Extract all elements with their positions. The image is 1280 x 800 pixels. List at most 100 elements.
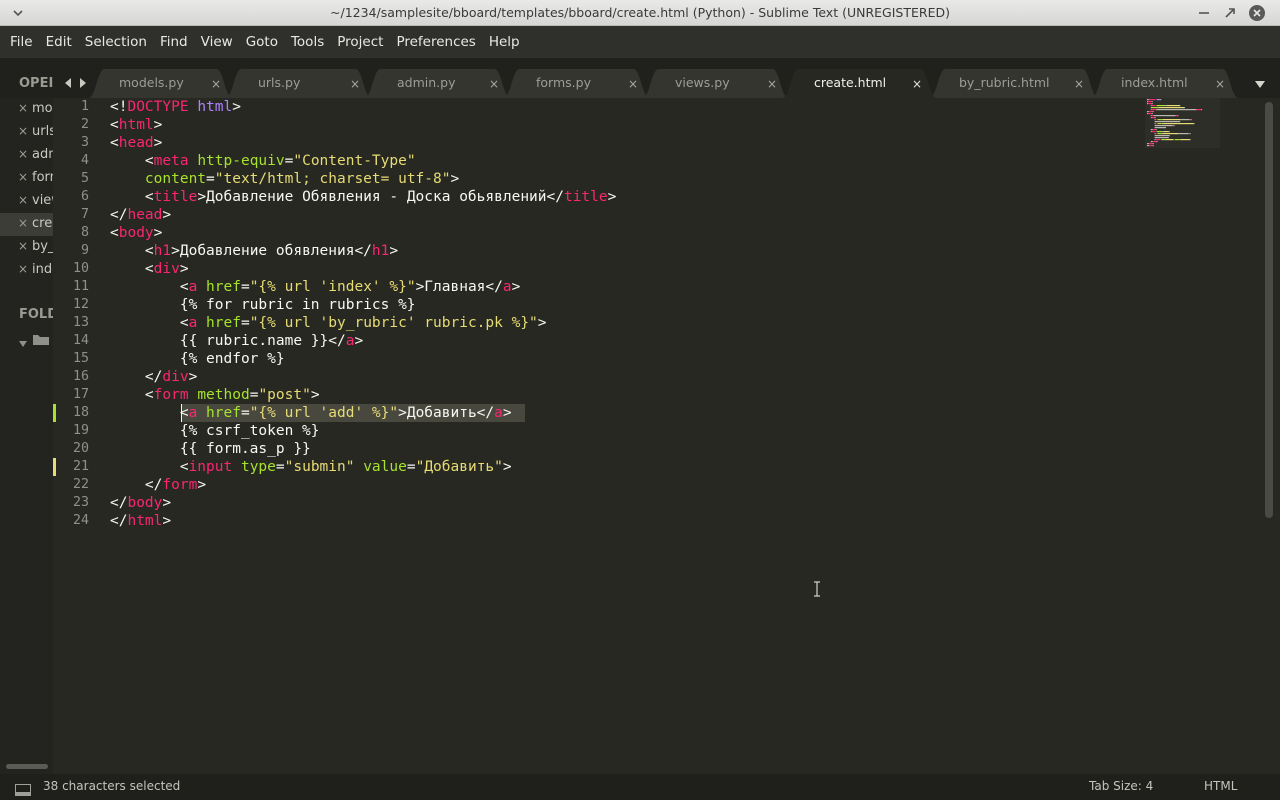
code-line[interactable]: </form>	[110, 476, 206, 494]
sidebar-file-by-rubric-html[interactable]: × by_rubric.html	[0, 236, 53, 259]
close-file-icon[interactable]: ×	[18, 239, 28, 253]
code-line[interactable]: <form method="post">	[110, 386, 320, 404]
tab-by-rubric-html[interactable]: by_rubric.html ×	[929, 68, 1099, 98]
code-token: title	[153, 189, 198, 205]
sidebar-scrollbar[interactable]	[6, 764, 48, 769]
menu-edit[interactable]: Edit	[40, 26, 78, 58]
close-file-icon[interactable]: ×	[18, 216, 28, 230]
code-line[interactable]: <a href="{% url 'add' %}">Добавить</a>	[110, 404, 512, 422]
folder-icon[interactable]	[32, 331, 50, 350]
minimize-icon[interactable]	[1194, 3, 1214, 23]
tab-close-icon[interactable]: ×	[912, 77, 922, 91]
sidebar-file-views-py[interactable]: × views.py	[0, 190, 53, 213]
tab-close-icon[interactable]: ×	[211, 77, 221, 91]
tab-size-indicator[interactable]: Tab Size: 4	[1089, 779, 1153, 793]
maximize-icon[interactable]	[1220, 3, 1240, 23]
code-line[interactable]: <div>	[110, 260, 189, 278]
sidebar-file-index-html[interactable]: × index.html	[0, 259, 53, 282]
code-token: <	[110, 405, 189, 421]
code-editor[interactable]: 1 2 3 4 5 6 7 8 9 10 11 12 13 14 15 16 17 18 19 20 21 22 23 24 …	[53, 98, 1280, 774]
code-line[interactable]: <a href="{% url 'index' %}">Главная</a>	[110, 278, 521, 296]
code-line[interactable]: <head>	[110, 134, 162, 152]
code-line[interactable]: {% endfor %}	[110, 350, 285, 368]
panel-toggle-icon[interactable]	[15, 781, 31, 800]
tab-close-icon[interactable]: ×	[767, 77, 777, 91]
code-line[interactable]: <input type="submin" value="Добавить">	[110, 458, 512, 476]
code-line[interactable]: <a href="{% url 'by_rubric' rubric.pk %}…	[110, 314, 547, 332]
tab-models-py[interactable]: models.py ×	[88, 68, 233, 98]
code-line[interactable]: {% for rubric in rubrics %}	[110, 296, 416, 314]
line-number: 24	[72, 513, 89, 528]
close-window-icon[interactable]	[1247, 3, 1267, 23]
tab-urls-py[interactable]: urls.py ×	[225, 68, 372, 98]
close-file-icon[interactable]: ×	[18, 147, 28, 161]
menu-project[interactable]: Project	[331, 26, 389, 58]
minimap-line	[1154, 125, 1173, 127]
code-line[interactable]: {{ rubric.name }}</a>	[110, 332, 363, 350]
tab-close-icon[interactable]: ×	[1215, 77, 1225, 91]
sidebar-file-admin-py[interactable]: × admin.py	[0, 144, 53, 167]
code-line[interactable]: <title>Добавление Обявления - Доска обья…	[110, 188, 616, 206]
sidebar-file-create-html[interactable]: × create.html	[0, 213, 53, 236]
close-file-icon[interactable]: ×	[18, 170, 28, 184]
tab-overflow-icon[interactable]	[1254, 75, 1266, 94]
menu-selection[interactable]: Selection	[79, 26, 153, 58]
code-line[interactable]: <html>	[110, 116, 162, 134]
code-line[interactable]: <h1>Добавление обявления</h1>	[110, 242, 398, 260]
menu-file[interactable]: File	[4, 26, 39, 58]
code-token: </	[110, 495, 128, 511]
close-file-icon[interactable]: ×	[18, 262, 28, 276]
code-token: >	[607, 189, 617, 205]
code-token: a	[188, 279, 198, 295]
syntax-indicator[interactable]: HTML	[1204, 779, 1237, 793]
code-line[interactable]: content="text/html; charset= utf-8">	[110, 170, 459, 188]
line-number: 20	[72, 441, 89, 456]
minimap-line	[1150, 105, 1152, 107]
minimap-line	[1154, 117, 1156, 119]
sidebar-file-urls-py[interactable]: × urls.py	[0, 121, 53, 144]
tab-views-py[interactable]: views.py ×	[642, 68, 789, 98]
code-token: =	[240, 279, 250, 295]
tab-close-icon[interactable]: ×	[628, 77, 638, 91]
menu-tools[interactable]: Tools	[285, 26, 330, 58]
code-line[interactable]: <!DOCTYPE html>	[110, 98, 241, 116]
close-file-icon[interactable]: ×	[18, 124, 28, 138]
code-token: <	[110, 279, 189, 295]
folder-expand-icon[interactable]	[18, 333, 28, 352]
tab-index-html[interactable]: index.html ×	[1091, 68, 1239, 98]
minimap-line	[1154, 127, 1166, 129]
code-line[interactable]: </head>	[110, 206, 171, 224]
minimap[interactable]	[1145, 98, 1225, 158]
code-line[interactable]: <meta http-equiv="Content-Type"	[110, 152, 416, 170]
menu-help[interactable]: Help	[483, 26, 526, 58]
code-line[interactable]: </div>	[110, 368, 197, 386]
code-line[interactable]: </body>	[110, 494, 171, 512]
sidebar-file-models-py[interactable]: × models.py	[0, 98, 53, 121]
code-line[interactable]: {{ form.as_p }}	[110, 440, 311, 458]
tab-close-icon[interactable]: ×	[489, 77, 499, 91]
menu-preferences[interactable]: Preferences	[390, 26, 481, 58]
code-line[interactable]: {% csrf_token %}	[110, 422, 320, 440]
code-token: >	[162, 513, 172, 529]
code-line[interactable]: </html>	[110, 512, 171, 530]
vertical-scrollbar[interactable]	[1265, 102, 1273, 518]
code-line[interactable]: <body>	[110, 224, 162, 242]
close-file-icon[interactable]: ×	[18, 101, 28, 115]
menu-find[interactable]: Find	[154, 26, 194, 58]
sidebar-file-forms-py[interactable]: × forms.py	[0, 167, 53, 190]
minimap-line	[1147, 113, 1148, 115]
tab-scroll-left-icon[interactable]	[63, 74, 73, 93]
tab-forms-py[interactable]: forms.py ×	[503, 68, 650, 98]
tab-scroll-right-icon[interactable]	[78, 74, 88, 93]
menu-goto[interactable]: Goto	[240, 26, 284, 58]
line-number: 18	[72, 405, 89, 420]
tab-create-html[interactable]: create.html ×	[782, 68, 937, 98]
modified-line-marker	[53, 404, 56, 422]
close-file-icon[interactable]: ×	[18, 193, 28, 207]
menu-view[interactable]: View	[195, 26, 239, 58]
tab-admin-py[interactable]: admin.py ×	[364, 68, 511, 98]
tab-close-icon[interactable]: ×	[350, 77, 360, 91]
tab-close-icon[interactable]: ×	[1074, 77, 1084, 91]
minimap-line	[1193, 123, 1195, 125]
